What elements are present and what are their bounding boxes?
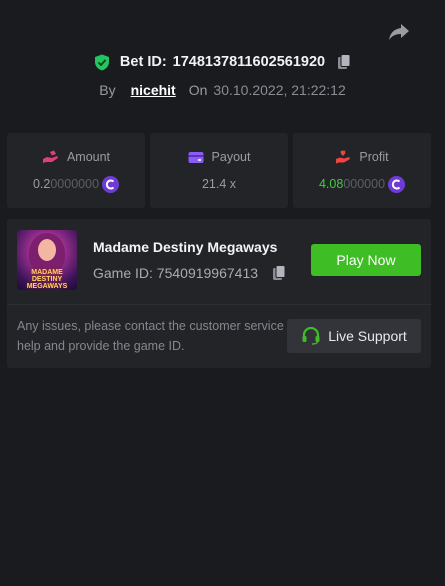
game-id-label: Game ID: bbox=[93, 265, 153, 281]
shield-check-icon bbox=[94, 54, 109, 70]
copy-bet-id-button[interactable] bbox=[337, 54, 351, 70]
bet-id-label: Bet ID: bbox=[119, 54, 167, 70]
payout-value: 21.4 x bbox=[201, 177, 237, 191]
amount-card: Amount 0.20000000 bbox=[7, 133, 145, 208]
share-icon bbox=[389, 24, 409, 40]
amount-label: Amount bbox=[66, 150, 111, 164]
copy-icon bbox=[273, 265, 286, 280]
support-message: Any issues, please contact the customer … bbox=[17, 319, 302, 353]
bet-id-value: 1748137811602561920 bbox=[172, 54, 326, 70]
hand-coins-icon bbox=[42, 150, 58, 163]
game-thumbnail[interactable]: MADAME DESTINY MEGAWAYS bbox=[17, 230, 77, 290]
game-thumbnail-title: MADAME DESTINY MEGAWAYS bbox=[26, 269, 68, 290]
hand-heart-icon bbox=[336, 150, 351, 164]
bet-header: Bet ID: 1748137811602561920 By nicehit O… bbox=[0, 52, 445, 100]
username-link[interactable]: nicehit bbox=[131, 82, 176, 98]
divider bbox=[7, 304, 431, 305]
profit-card: Profit 4.08000000 bbox=[293, 133, 431, 208]
live-support-button[interactable]: Live Support bbox=[287, 319, 421, 353]
wallet-icon bbox=[188, 151, 204, 163]
bet-datetime: 30.10.2022, 21:22:12 bbox=[213, 82, 346, 98]
coin-icon bbox=[388, 175, 406, 193]
amount-value: 0.20000000 bbox=[32, 177, 100, 191]
profit-value: 4.08000000 bbox=[318, 177, 386, 191]
game-card: MADAME DESTINY MEGAWAYS Madame Destiny M… bbox=[7, 219, 431, 368]
headset-icon bbox=[302, 327, 320, 345]
copy-icon bbox=[338, 54, 351, 69]
on-label: On bbox=[188, 82, 208, 98]
bet-id-row: Bet ID: 1748137811602561920 bbox=[0, 52, 445, 72]
share-button[interactable] bbox=[388, 22, 410, 42]
game-name: Madame Destiny Megaways bbox=[93, 239, 278, 255]
profit-label: Profit bbox=[359, 150, 389, 164]
bet-stats: Amount 0.20000000 Payout 21.4 x Profit 4… bbox=[7, 133, 431, 208]
game-id-value: 7540919967413 bbox=[156, 265, 259, 281]
live-support-label: Live Support bbox=[328, 328, 407, 344]
payout-card: Payout 21.4 x bbox=[150, 133, 288, 208]
play-now-button[interactable]: Play Now bbox=[311, 244, 421, 276]
payout-label: Payout bbox=[211, 150, 251, 164]
by-label: By bbox=[99, 82, 116, 98]
coin-icon bbox=[102, 175, 120, 193]
copy-game-id-button[interactable] bbox=[272, 265, 286, 281]
bet-meta-row: By nicehit On 30.10.2022, 21:22:12 bbox=[0, 80, 445, 100]
game-id-row: Game ID: 7540919967413 bbox=[93, 265, 286, 281]
